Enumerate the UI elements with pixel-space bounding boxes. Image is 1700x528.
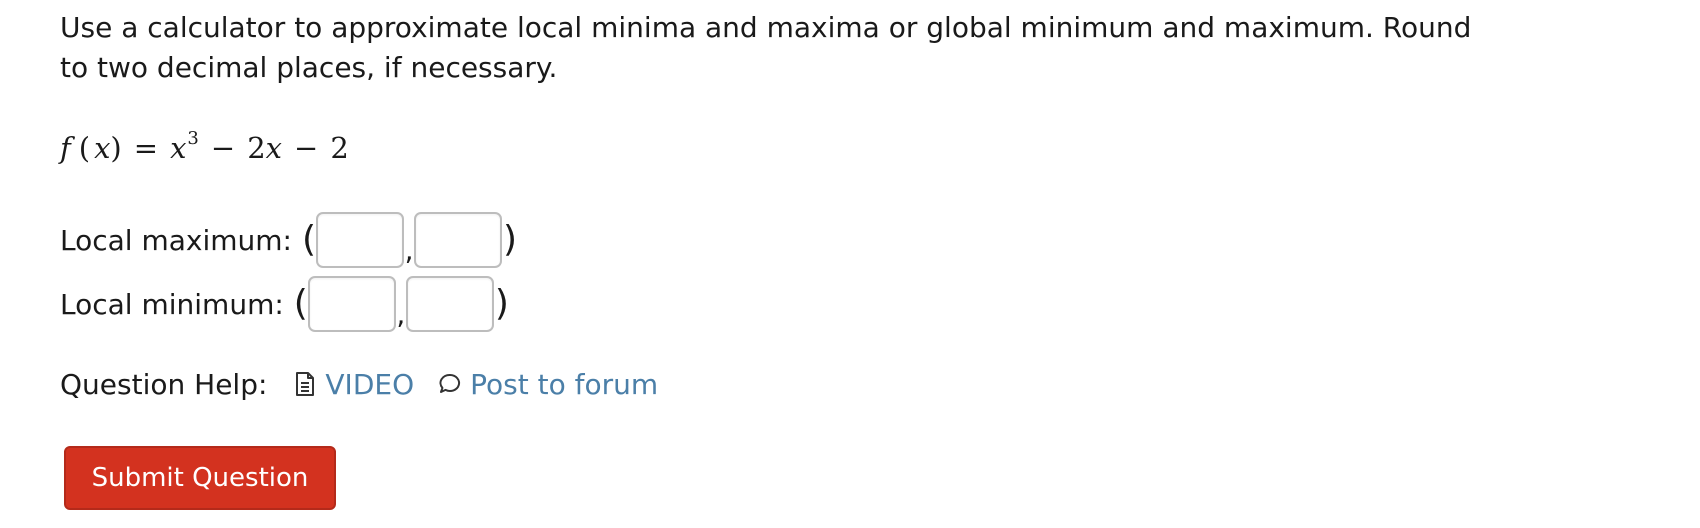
formula-coef: 2 — [247, 131, 266, 165]
video-link-label: VIDEO — [325, 367, 415, 401]
formula-lhs-var: x — [94, 131, 111, 165]
local-max-row: Local maximum: ( , ) — [60, 210, 517, 270]
local-min-comma: , — [396, 297, 406, 331]
local-min-close-paren: ) — [494, 283, 509, 324]
post-to-forum-label: Post to forum — [470, 367, 659, 401]
local-max-close-paren: ) — [503, 219, 518, 260]
local-min-x-input[interactable] — [307, 276, 396, 332]
formula-rhs-var: x — [170, 131, 187, 165]
submit-question-button[interactable]: Submit Question — [64, 446, 336, 510]
local-min-y-input[interactable] — [405, 276, 494, 332]
question-container: Use a calculator to approximate local mi… — [60, 0, 1640, 528]
local-max-label: Local maximum: — [60, 223, 292, 257]
formula-term2-var: x — [265, 131, 282, 165]
formula-f: f — [60, 131, 71, 165]
speech-bubble-icon — [438, 372, 470, 396]
local-min-row: Local minimum: ( , ) — [60, 274, 509, 334]
document-icon — [293, 371, 325, 397]
video-link[interactable]: VIDEO — [293, 368, 414, 401]
local-max-x-input[interactable] — [316, 212, 405, 268]
local-min-label: Local minimum: — [60, 287, 284, 321]
local-max-comma: , — [404, 233, 414, 267]
local-max-y-input[interactable] — [414, 212, 503, 268]
question-help-label: Question Help: — [60, 367, 268, 401]
formula-exponent: 3 — [187, 128, 199, 149]
post-to-forum-link[interactable]: Post to forum — [438, 368, 658, 401]
question-help: Question Help: VIDEO Post to forum — [60, 362, 682, 406]
local-max-open-paren: ( — [301, 219, 317, 260]
question-prompt: Use a calculator to approximate local mi… — [60, 11, 1472, 84]
function-formula: f(x) = x3−2x −2 — [60, 128, 349, 165]
local-min-open-paren: ( — [293, 283, 308, 324]
formula-constant: 2 — [330, 131, 349, 165]
